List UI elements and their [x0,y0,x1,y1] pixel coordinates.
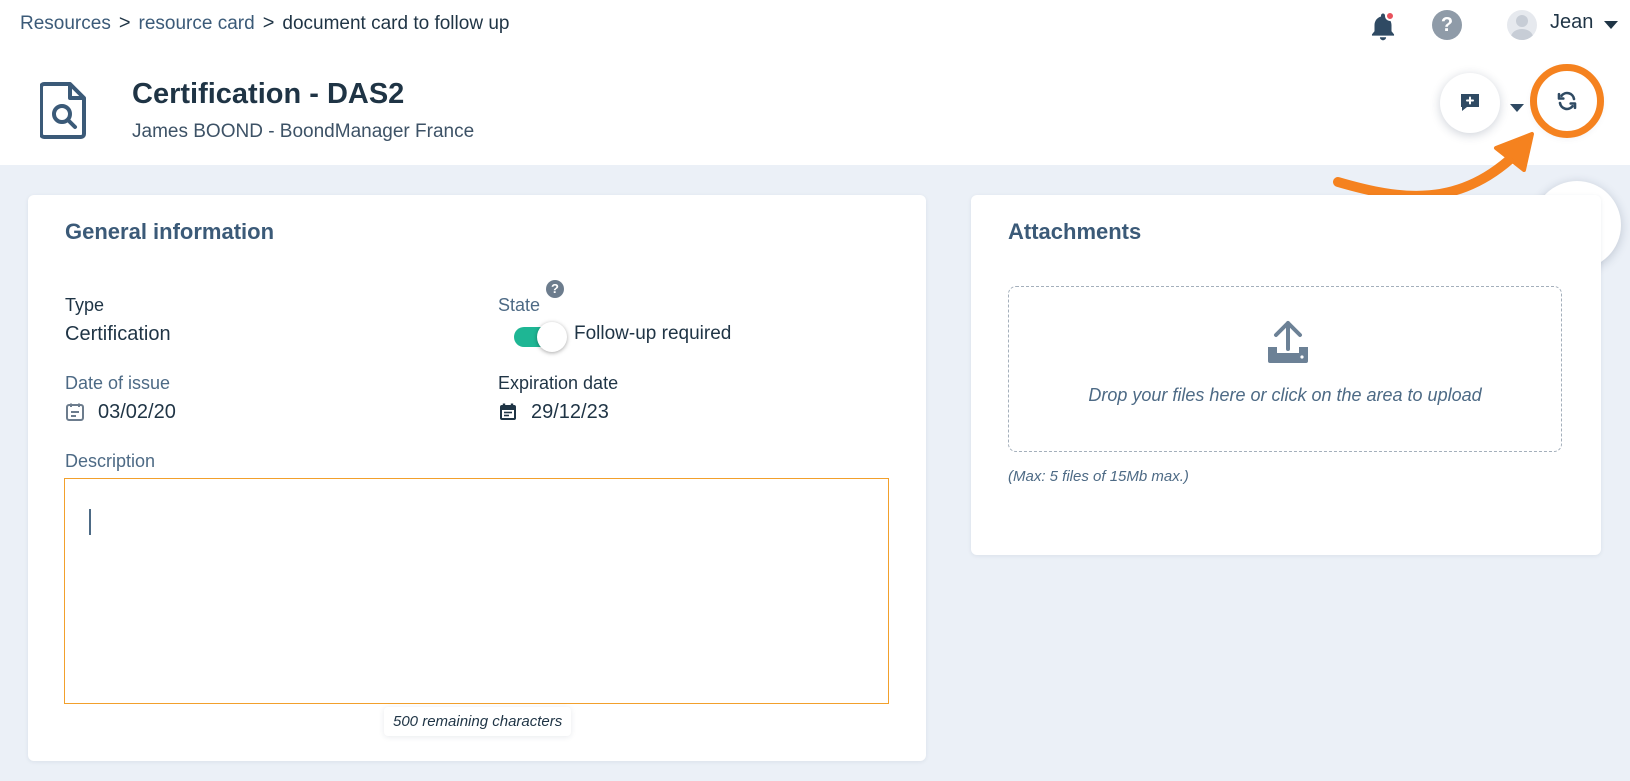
state-toggle-knob[interactable] [537,322,567,352]
calendar-icon [66,403,84,421]
dropzone-text: Drop your files here or click on the are… [1088,385,1482,405]
avatar[interactable] [1507,10,1537,40]
breadcrumb-current: document card to follow up [282,12,510,34]
breadcrumb: Resources > resource card > document car… [20,12,509,35]
comment-plus-icon [1461,94,1479,111]
date-of-issue-value[interactable]: 03/02/20 [98,401,176,424]
breadcrumb-resources-link[interactable]: Resources [20,13,111,35]
text-cursor [89,509,91,535]
help-icon[interactable]: ? [1432,10,1462,40]
state-toggle-label: Follow-up required [574,323,732,344]
description-label: Description [65,451,156,471]
breadcrumb-separator: > [118,12,131,34]
upload-icon [1268,321,1308,363]
file-dropzone[interactable]: Drop your files here or click on the are… [1008,286,1562,452]
expiration-date-label: Expiration date [498,373,619,393]
calendar-icon [500,403,516,420]
remaining-characters: 500 remaining characters [384,707,572,736]
user-name[interactable]: Jean [1550,11,1593,34]
document-search-icon [40,82,86,139]
state-label: State [498,295,541,315]
chevron-down-icon[interactable] [1510,104,1524,112]
chevron-down-icon[interactable] [1604,21,1618,29]
breadcrumb-resource-card-link[interactable]: resource card [139,13,255,35]
type-value[interactable]: Certification [65,323,171,346]
page-title: Certification - DAS2 [132,78,405,110]
notification-badge [1385,11,1395,21]
attachments-title: Attachments [1008,219,1142,244]
attachments-card: Attachments Drop your files here or clic… [971,195,1601,555]
description-textarea[interactable] [64,478,889,704]
page-subtitle: James BOOND - BoondManager France [132,121,475,142]
upload-limits: (Max: 5 files of 15Mb max.) [1008,468,1189,485]
breadcrumb-separator: > [262,12,275,34]
date-of-issue-label: Date of issue [65,373,171,393]
general-information-card: General information Type Certification S… [28,195,926,761]
expiration-date-value[interactable]: 29/12/23 [531,401,609,424]
type-label: Type [65,295,105,315]
state-help-icon[interactable]: ? [546,280,564,298]
general-information-title: General information [65,219,275,244]
